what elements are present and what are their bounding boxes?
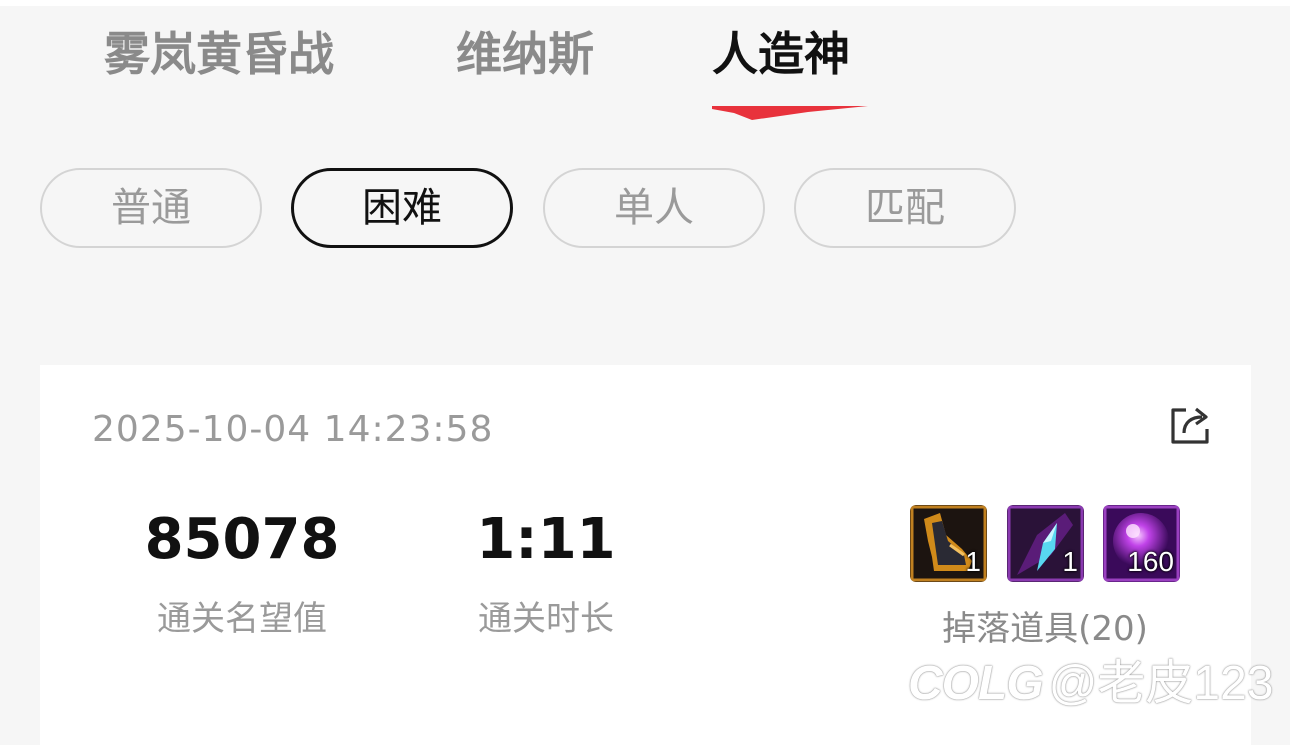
- drop-count: 1: [965, 546, 981, 577]
- colg-logo: COLG: [908, 657, 1044, 710]
- tab-mist-dusk-battle[interactable]: 雾岚黄昏战: [104, 22, 334, 86]
- share-icon[interactable]: [1168, 403, 1212, 447]
- crystal-shard-item-icon[interactable]: 1: [1007, 505, 1084, 582]
- clear-fame-value: 85078: [144, 507, 340, 572]
- difficulty-normal-button[interactable]: 普通: [40, 168, 262, 248]
- colg-watermark: COLG @老皮123: [908, 652, 1273, 716]
- clear-time-stat: 1:11 通关时长: [466, 505, 626, 640]
- active-tab-indicator: [712, 106, 868, 120]
- tab-artificial-god[interactable]: 人造神: [712, 22, 850, 86]
- difficulty-hard-button[interactable]: 困难: [291, 168, 513, 248]
- purple-orb-item-icon[interactable]: 160: [1103, 505, 1180, 582]
- clear-time-label: 通关时长: [478, 599, 614, 639]
- boots-item-icon[interactable]: 1: [910, 505, 987, 582]
- clear-fame-stat: 85078 通关名望值: [130, 505, 354, 640]
- difficulty-solo-button[interactable]: 单人: [543, 168, 765, 248]
- top-divider: [0, 0, 1290, 6]
- record-timestamp: 2025-10-04 14:23:58: [92, 409, 494, 450]
- watermark-author: @老皮123: [1048, 657, 1274, 710]
- dropped-items-label: 掉落道具(20): [942, 609, 1148, 649]
- drop-count: 160: [1127, 546, 1174, 577]
- drop-count: 1: [1062, 546, 1078, 577]
- difficulty-matchmaking-button[interactable]: 匹配: [794, 168, 1016, 248]
- clear-fame-label: 通关名望值: [157, 599, 327, 639]
- clear-time-value: 1:11: [476, 507, 616, 572]
- tab-venus[interactable]: 维纳斯: [456, 22, 594, 86]
